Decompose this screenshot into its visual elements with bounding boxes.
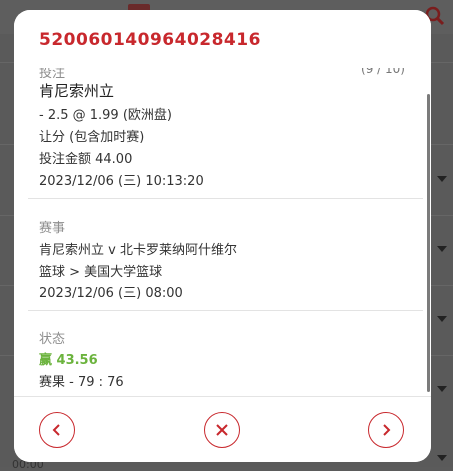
modal-footer bbox=[14, 396, 431, 462]
bet-market: 让分 (包含加时赛) bbox=[39, 130, 145, 145]
section-divider bbox=[28, 310, 423, 311]
chevron-right-icon bbox=[383, 424, 391, 436]
close-icon bbox=[216, 424, 228, 436]
ticket-id: 520060140964028416 bbox=[39, 30, 261, 50]
status-label: 状态 bbox=[39, 332, 66, 347]
chevron-down-icon bbox=[437, 246, 447, 252]
bet-team: 肯尼索州立 bbox=[39, 82, 115, 100]
next-button[interactable] bbox=[368, 412, 404, 448]
chevron-down-icon bbox=[437, 455, 447, 461]
modal-header: 520060140964028416 bbox=[14, 10, 431, 68]
bet-line: - 2.5 @ 1.99 (欧洲盘) bbox=[39, 108, 172, 123]
event-start-time: 2023/12/06 (三) 08:00 bbox=[39, 286, 183, 301]
bet-stake: 投注金额 44.00 bbox=[39, 152, 133, 167]
close-button[interactable] bbox=[204, 412, 240, 448]
section-divider bbox=[28, 198, 423, 199]
event-competition: 篮球 > 美国大学篮球 bbox=[39, 265, 163, 280]
bet-placed-time: 2023/12/06 (三) 10:13:20 bbox=[39, 174, 204, 189]
event-label: 赛事 bbox=[39, 221, 66, 236]
chevron-left-icon bbox=[52, 424, 60, 436]
status-score: 赛果 - 79 : 76 bbox=[39, 375, 124, 390]
chevron-down-icon bbox=[437, 176, 447, 182]
status-result: 赢 43.56 bbox=[39, 353, 98, 368]
bet-detail-scroll-area[interactable]: 投注 (9 / 10) 肯尼索州立 - 2.5 @ 1.99 (欧洲盘) 让分 … bbox=[14, 60, 431, 398]
previous-button[interactable] bbox=[39, 412, 75, 448]
chevron-down-icon bbox=[437, 316, 447, 322]
event-match: 肯尼索州立 v 北卡罗莱纳阿什维尔 bbox=[39, 243, 237, 258]
bet-detail-modal: 投注 (9 / 10) 肯尼索州立 - 2.5 @ 1.99 (欧洲盘) 让分 … bbox=[14, 10, 431, 462]
chevron-down-icon bbox=[437, 386, 447, 392]
scrollbar-thumb[interactable] bbox=[427, 94, 430, 392]
